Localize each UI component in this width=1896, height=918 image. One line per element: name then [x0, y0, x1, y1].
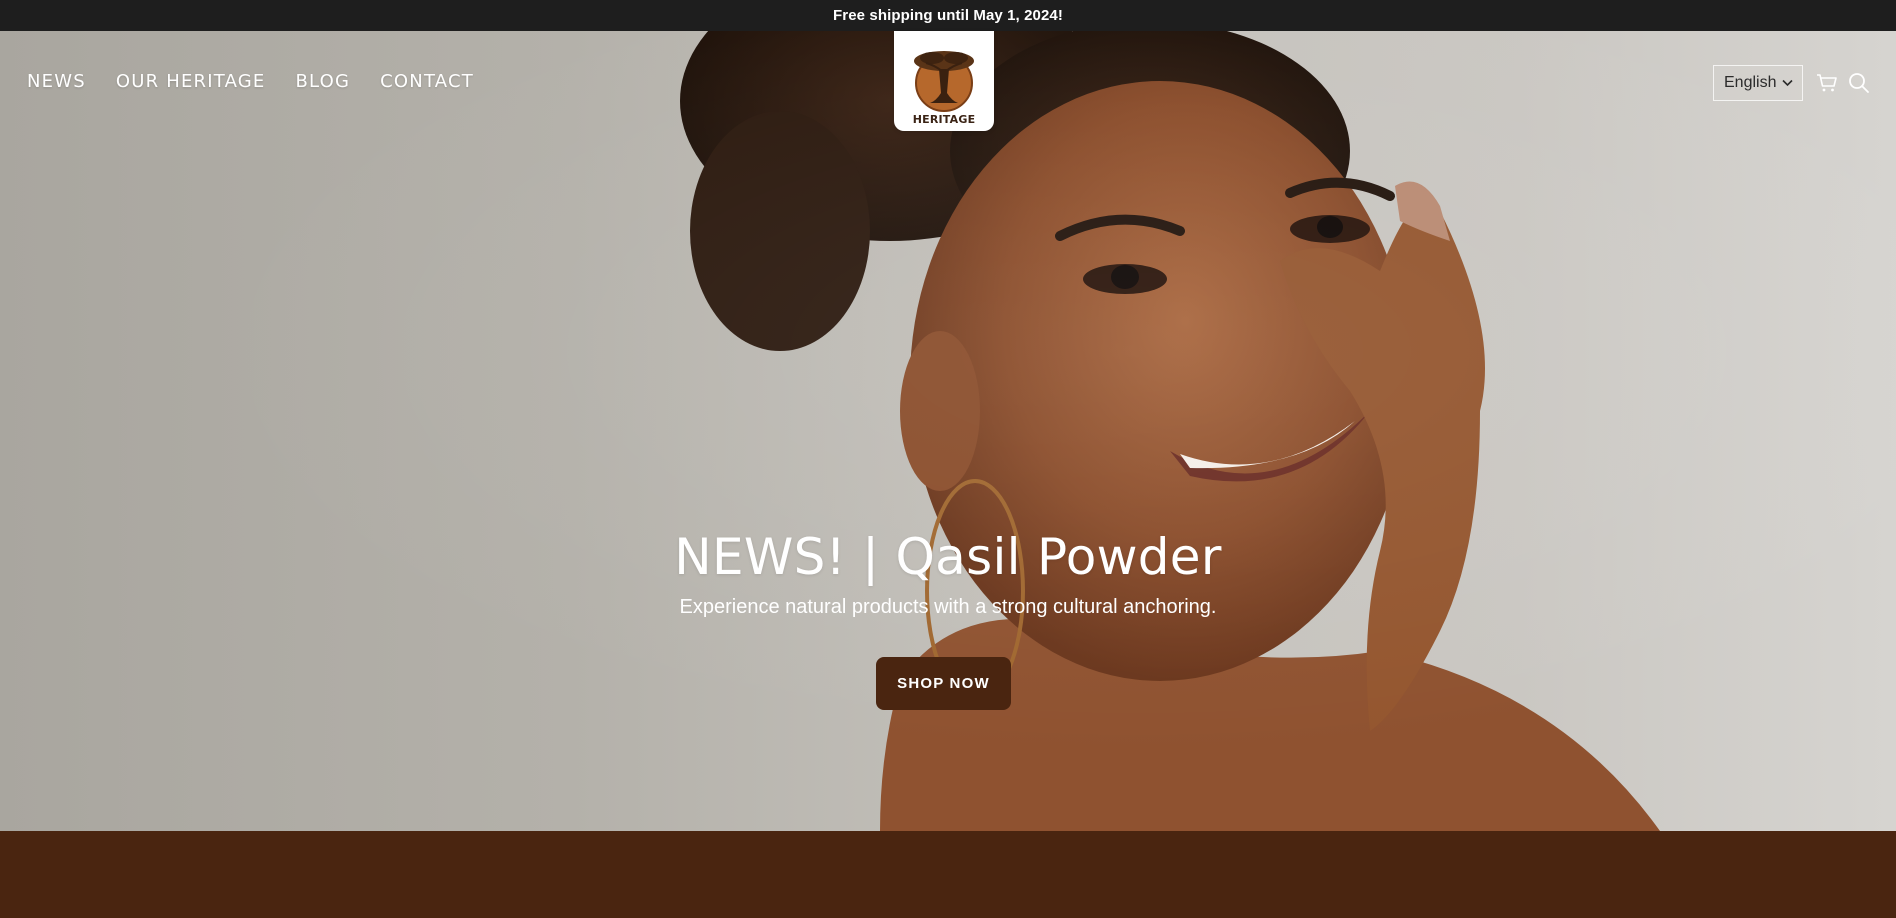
hero-subtitle: Experience natural products with a stron…: [679, 596, 1217, 618]
cart-icon[interactable]: [1815, 71, 1839, 95]
nav-item-blog[interactable]: BLOG: [296, 71, 351, 92]
nav-item-contact[interactable]: CONTACT: [380, 71, 474, 92]
logo-text: HERITAGE: [912, 113, 976, 126]
language-label: English: [1724, 74, 1777, 91]
site-logo[interactable]: HERITAGE: [894, 31, 994, 131]
announcement-bar: Free shipping until May 1, 2024!: [0, 0, 1896, 31]
section-divider-band: [0, 831, 1896, 918]
search-icon[interactable]: [1847, 71, 1871, 95]
hero-banner: [0, 31, 1896, 831]
main-nav: NEWS OUR HERITAGE BLOG CONTACT: [27, 71, 474, 92]
nav-item-our-heritage[interactable]: OUR HERITAGE: [116, 71, 266, 92]
language-selector[interactable]: English: [1713, 65, 1803, 101]
baobab-tree-icon: [914, 51, 974, 112]
shop-now-button[interactable]: SHOP NOW: [876, 657, 1011, 710]
nav-item-news[interactable]: NEWS: [27, 71, 86, 92]
chevron-down-icon: [1782, 74, 1793, 92]
hero-content: NEWS! | Qasil Powder Experience natural …: [0, 528, 1896, 619]
hero-title: NEWS! | Qasil Powder: [674, 528, 1222, 586]
announcement-text: Free shipping until May 1, 2024!: [833, 7, 1063, 24]
